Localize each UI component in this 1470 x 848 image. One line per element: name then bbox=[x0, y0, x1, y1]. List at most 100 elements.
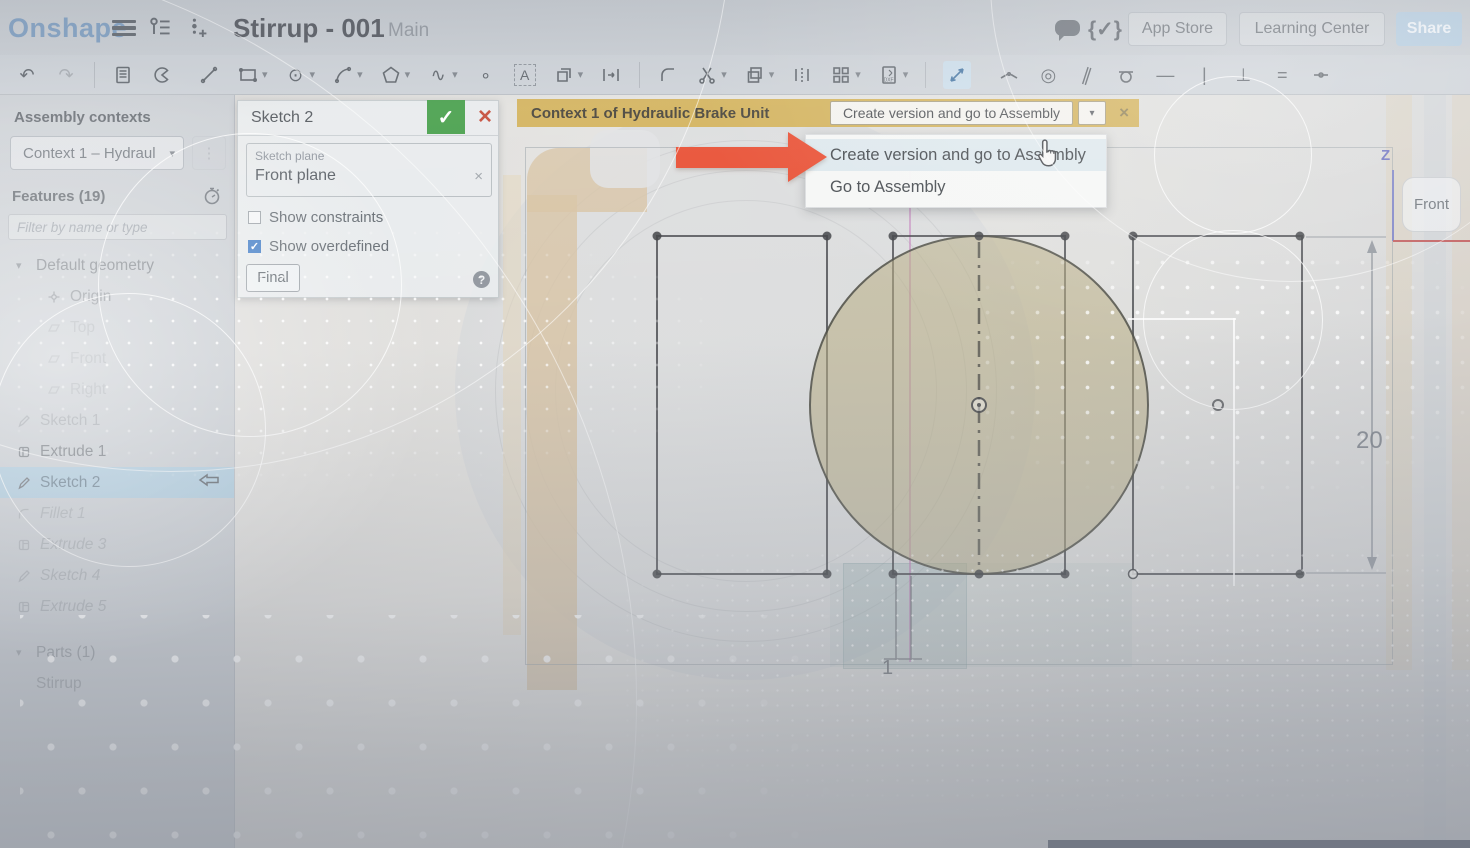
create-version-button[interactable]: Create version and go to Assembly bbox=[830, 101, 1073, 125]
midpoint-constraint-icon[interactable] bbox=[1310, 64, 1332, 86]
feature-fillet-1[interactable]: Fillet 1 bbox=[0, 498, 234, 529]
chevron-down-icon[interactable]: ▾ bbox=[262, 68, 268, 81]
feature-right-plane[interactable]: Right bbox=[0, 374, 234, 405]
fillet-icon bbox=[16, 507, 32, 521]
show-overdefined-checkbox[interactable]: ✓ bbox=[248, 240, 261, 253]
offset-tool-icon[interactable] bbox=[600, 64, 622, 86]
feature-label: Default geometry bbox=[36, 257, 154, 275]
feature-extrude-3[interactable]: Extrude 3 bbox=[0, 529, 234, 560]
coincident-constraint-icon[interactable] bbox=[998, 64, 1020, 86]
vertical-constraint-icon[interactable]: | bbox=[1193, 64, 1215, 86]
share-button[interactable]: Share bbox=[1396, 12, 1462, 46]
cancel-button[interactable]: × bbox=[478, 103, 492, 131]
versions-icon[interactable] bbox=[148, 16, 172, 40]
mirror-tool-icon[interactable] bbox=[791, 64, 813, 86]
feature-sketch-1[interactable]: Sketch 1 bbox=[0, 405, 234, 436]
concentric-constraint-icon[interactable]: ◎ bbox=[1037, 64, 1059, 86]
transform-tool-icon[interactable] bbox=[744, 64, 766, 86]
show-overdefined-row[interactable]: ✓ Show overdefined bbox=[248, 238, 389, 255]
feature-front-plane[interactable]: Front bbox=[0, 343, 234, 374]
learning-center-button[interactable]: Learning Center bbox=[1239, 12, 1385, 46]
chevron-down-icon[interactable]: ▾ bbox=[855, 68, 861, 81]
undo-icon[interactable]: ↶ bbox=[16, 64, 38, 86]
context-dropdown[interactable]: Context 1 – Hydraul ▾ bbox=[10, 136, 184, 170]
feature-label: Top bbox=[70, 319, 95, 337]
versions-badge-icon[interactable]: {✓} bbox=[1088, 17, 1122, 42]
confirm-button[interactable]: ✓ bbox=[427, 100, 465, 134]
circle-tool-icon[interactable]: ⊙ bbox=[285, 64, 307, 86]
equal-constraint-icon[interactable]: = bbox=[1271, 64, 1293, 86]
extrude-icon bbox=[16, 538, 32, 552]
show-constraints-row[interactable]: Show constraints bbox=[248, 209, 383, 226]
line-tool-icon[interactable] bbox=[198, 64, 220, 86]
rectangle-tool-icon[interactable] bbox=[237, 64, 259, 86]
chevron-down-icon[interactable]: ▾ bbox=[721, 68, 727, 81]
trim-tool-icon[interactable] bbox=[696, 64, 718, 86]
banner-close-icon[interactable]: × bbox=[1119, 103, 1129, 123]
feature-sketch-2-selected[interactable]: Sketch 2 bbox=[0, 467, 234, 498]
insert-icon[interactable] bbox=[186, 16, 210, 40]
features-title: Features (19) bbox=[12, 188, 105, 205]
show-constraints-checkbox[interactable] bbox=[248, 211, 261, 224]
sketch-dialog: Sketch 2 ✓ × Sketch plane Front plane × … bbox=[237, 100, 499, 298]
feature-label: Right bbox=[70, 381, 106, 399]
context-menu-button[interactable]: ⋮ bbox=[192, 136, 226, 170]
chevron-down-icon[interactable]: ▾ bbox=[357, 68, 363, 81]
feature-top-plane[interactable]: Top bbox=[0, 312, 234, 343]
sketch-region-icon[interactable] bbox=[151, 64, 173, 86]
horizontal-constraint-icon[interactable]: — bbox=[1154, 64, 1176, 86]
menu-item-go-to-assembly[interactable]: Go to Assembly bbox=[806, 171, 1106, 203]
slot-tool-icon[interactable] bbox=[553, 64, 575, 86]
chevron-down-icon[interactable]: ▾ bbox=[452, 68, 458, 81]
chevron-down-icon[interactable]: ▾ bbox=[903, 68, 909, 81]
parts-group[interactable]: ▾ Parts (1) bbox=[0, 637, 234, 668]
pattern-tool-icon[interactable] bbox=[830, 64, 852, 86]
feature-extrude-5[interactable]: Extrude 5 bbox=[0, 591, 234, 622]
rollback-arrow-icon[interactable] bbox=[198, 473, 220, 492]
sheet-icon[interactable] bbox=[112, 64, 134, 86]
arc-tool-icon[interactable] bbox=[332, 64, 354, 86]
perpendicular-constraint-icon[interactable]: ⊥ bbox=[1232, 64, 1254, 86]
chevron-down-icon: ▾ bbox=[169, 147, 175, 160]
clear-selection-icon[interactable]: × bbox=[474, 168, 483, 185]
regenerate-icon[interactable] bbox=[202, 186, 222, 206]
fillet-tool-icon[interactable] bbox=[657, 64, 679, 86]
feature-label: Front bbox=[70, 350, 106, 368]
text-tool-icon[interactable]: A bbox=[514, 64, 536, 86]
app-store-button[interactable]: App Store bbox=[1128, 12, 1227, 46]
show-constraints-label: Show constraints bbox=[269, 209, 383, 226]
feature-label: Sketch 1 bbox=[40, 412, 100, 430]
filter-input[interactable] bbox=[8, 214, 227, 240]
onshape-logo[interactable]: Onshape bbox=[8, 13, 127, 44]
help-icon[interactable]: ? bbox=[473, 271, 490, 288]
redo-icon[interactable]: ↷ bbox=[55, 64, 77, 86]
chevron-down-icon[interactable]: ▾ bbox=[769, 68, 775, 81]
tangent-constraint-icon[interactable] bbox=[1115, 64, 1137, 86]
spline-tool-icon[interactable]: ∿ bbox=[427, 64, 449, 86]
point-tool-icon[interactable]: ∘ bbox=[475, 64, 497, 86]
banner-dropdown-button[interactable]: ▾ bbox=[1078, 101, 1106, 125]
feature-sketch-4[interactable]: Sketch 4 bbox=[0, 560, 234, 591]
chevron-down-icon[interactable]: ▾ bbox=[16, 646, 28, 659]
final-button[interactable]: Final bbox=[246, 264, 300, 292]
chevron-down-icon[interactable]: ▾ bbox=[16, 259, 28, 272]
workspace-name[interactable]: Main bbox=[388, 20, 429, 42]
feature-default-geometry[interactable]: ▾ Default geometry bbox=[0, 250, 234, 281]
dialog-title: Sketch 2 bbox=[251, 109, 313, 127]
feature-label: Origin bbox=[70, 288, 111, 306]
feature-extrude-1[interactable]: Extrude 1 bbox=[0, 436, 234, 467]
part-stirrup[interactable]: Stirrup bbox=[0, 668, 234, 699]
chevron-down-icon[interactable]: ▾ bbox=[578, 68, 584, 81]
dimension-tool-icon[interactable] bbox=[943, 61, 971, 89]
feature-origin[interactable]: Origin bbox=[0, 281, 234, 312]
sketch-icon bbox=[16, 569, 32, 583]
parallel-constraint-icon[interactable]: ∥ bbox=[1073, 61, 1101, 89]
export-dxf-icon[interactable]: DXF bbox=[878, 64, 900, 86]
sketch-plane-field[interactable]: Sketch plane Front plane × bbox=[246, 143, 492, 197]
feature-label: Sketch 4 bbox=[40, 567, 100, 585]
chevron-down-icon[interactable]: ▾ bbox=[405, 68, 411, 81]
polygon-tool-icon[interactable] bbox=[380, 64, 402, 86]
chevron-down-icon[interactable]: ▾ bbox=[310, 68, 316, 81]
hamburger-menu-icon[interactable] bbox=[112, 20, 136, 36]
comments-icon[interactable] bbox=[1055, 20, 1080, 36]
